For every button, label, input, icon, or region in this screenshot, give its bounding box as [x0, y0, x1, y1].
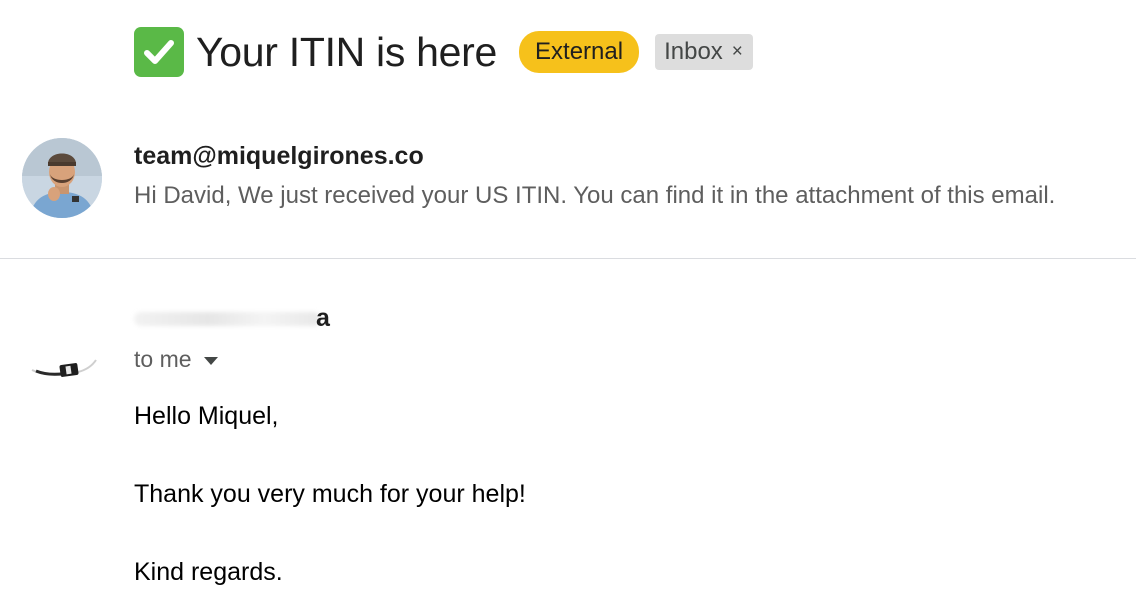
redacted-sender-name [134, 312, 320, 326]
sender-avatar-partial[interactable] [30, 356, 98, 382]
email-subject: Your ITIN is here [196, 28, 498, 75]
chevron-down-icon[interactable] [203, 356, 218, 365]
recipient-label: to me [134, 346, 192, 372]
sender-email[interactable]: team@miquelgirones.co [134, 142, 424, 171]
message-body-closing: Kind regards. [134, 558, 283, 586]
external-label: External [519, 31, 640, 73]
sender-name[interactable]: a [134, 304, 354, 334]
subject-row: Your ITIN is here External Inbox × [134, 24, 753, 80]
sender-avatar[interactable] [22, 138, 102, 218]
inbox-label[interactable]: Inbox × [655, 34, 753, 70]
white-check-mark-icon [134, 27, 184, 77]
message-snippet[interactable]: Hi David, We just received your US ITIN.… [134, 182, 1055, 210]
remove-label-icon[interactable]: × [732, 41, 743, 63]
message-body-greeting: Hello Miquel, [134, 402, 279, 430]
message-body-line: Thank you very much for your help! [134, 480, 526, 508]
message-divider [0, 258, 1136, 259]
sender-name-visible: a [316, 304, 330, 332]
inbox-label-text: Inbox [664, 38, 723, 65]
recipient-details-toggle[interactable]: to me [134, 346, 218, 373]
